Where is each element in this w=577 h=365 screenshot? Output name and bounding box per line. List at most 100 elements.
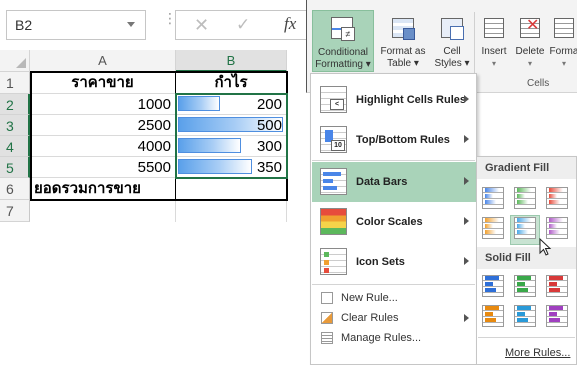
manage-rules-icon [321,332,333,344]
select-all-corner[interactable] [0,50,30,72]
cell-a2[interactable]: 1000 [30,94,176,115]
row-header-5[interactable]: 5 [0,157,30,178]
table-border-right [286,71,288,201]
cell-b7[interactable] [176,200,287,222]
cell-b4[interactable]: 300 [176,136,287,157]
new-rule-icon [321,292,333,304]
conditional-formatting-icon: ≠ [329,17,357,43]
color-scales-icon [320,208,347,235]
solid-fill-swatch[interactable] [482,275,504,297]
gradient-fill-swatch[interactable] [546,187,568,209]
name-box[interactable]: B2 [6,10,146,40]
data-bar [178,96,220,111]
row-header-2[interactable]: 2 [0,94,30,115]
gradient-fill-swatch[interactable] [482,217,504,239]
row-header-4[interactable]: 4 [0,136,30,157]
new-rule-label: New Rule... [341,292,398,304]
cell-b6[interactable] [176,178,287,200]
format-cells-button[interactable]: Forma ▾ [549,10,577,72]
cell-a3[interactable]: 2500 [30,115,176,136]
formula-bar[interactable]: ✕ ✓ fx [175,10,315,40]
cell-b5-value: 350 [256,159,282,176]
delete-label: Delete [515,46,545,57]
solid-fill-swatch[interactable] [514,275,536,297]
cancel-icon[interactable]: ✕ [194,15,209,36]
chevron-right-icon [464,177,469,185]
chevron-down-icon[interactable] [127,22,135,27]
insert-function-icon[interactable]: fx [284,14,296,34]
cell-styles-label-2: Styles ▾ [434,58,470,69]
solid-fill-heading: Solid Fill [477,247,576,269]
conditional-formatting-label-2: Formatting ▾ [315,59,371,70]
color-scales-label: Color Scales [356,216,423,228]
clear-rules-icon [321,312,333,324]
delete-cells-icon: ✕ [516,16,544,42]
cell-b2-value: 200 [256,96,282,113]
more-rules-link[interactable]: More Rules... [505,347,570,359]
cell-styles-button[interactable]: Cell Styles ▾ [432,10,472,72]
gradient-fill-swatch[interactable] [482,187,504,209]
solid-fill-swatch[interactable] [482,305,504,327]
data-bars-submenu: Gradient Fill Solid Fill More Rules... [476,156,577,365]
cell-a4[interactable]: 4000 [30,136,176,157]
gradient-fill-swatch[interactable] [514,217,536,239]
format-label: Forma [549,46,577,57]
conditional-formatting-button[interactable]: ≠ Conditional Formatting ▾ [312,10,374,72]
row-header-7[interactable]: 7 [0,200,30,222]
gradient-fill-swatch[interactable] [546,217,568,239]
clear-rules-label: Clear Rules [341,312,399,324]
solid-fill-swatch[interactable] [546,305,568,327]
row-header-3[interactable]: 3 [0,115,30,136]
menu-item-top-bottom-rules[interactable]: 10 Top/Bottom Rules [312,120,476,160]
icon-sets-label: Icon Sets [356,256,405,268]
cells-group-label: Cells [527,78,550,89]
menu-item-highlight-cells-rules[interactable]: < Highlight Cells Rules [312,80,476,120]
column-header-b[interactable]: B [176,50,287,72]
table-border-top [30,71,287,73]
column-header-a[interactable]: A [30,50,176,72]
gradient-fill-heading: Gradient Fill [477,157,576,179]
data-bar [178,159,252,174]
cell-b5[interactable]: 350 [176,157,287,178]
chevron-right-icon [464,95,469,103]
data-bar [178,138,241,153]
cell-a6[interactable]: ยอดรวมการขาย [30,178,176,200]
row-header-1[interactable]: 1 [0,72,30,94]
menu-item-clear-rules[interactable]: Clear Rules [312,308,476,328]
cell-b1[interactable]: กำไร [176,72,287,94]
solid-fill-swatch[interactable] [546,275,568,297]
menu-item-manage-rules[interactable]: Manage Rules... [312,328,476,348]
menu-item-icon-sets[interactable]: Icon Sets [312,242,476,282]
highlight-cells-rules-label: Highlight Cells Rules [356,94,467,106]
menu-item-data-bars[interactable]: Data Bars [312,162,476,202]
enter-check-icon[interactable]: ✓ [236,15,250,35]
menu-item-color-scales[interactable]: Color Scales [312,202,476,242]
gradient-fill-swatch[interactable] [514,187,536,209]
insert-label: Insert [481,46,507,57]
insert-cells-icon [480,16,508,42]
mouse-cursor-icon [539,238,552,256]
conditional-formatting-menu: < Highlight Cells Rules 10 Top/Bottom Ru… [310,73,477,365]
chevron-right-icon [464,257,469,265]
cell-b2[interactable]: 200 [176,94,287,115]
row-header-6[interactable]: 6 [0,178,30,200]
cell-a7[interactable] [30,200,176,222]
delete-cells-button[interactable]: ✕ Delete ▾ [511,10,549,72]
insert-cells-button[interactable]: Insert ▾ [477,10,511,72]
format-as-table-button[interactable]: Format as Table ▾ [375,10,431,72]
format-as-table-icon [389,16,417,42]
menu-item-new-rule[interactable]: New Rule... [312,288,476,308]
solid-fill-swatch[interactable] [514,305,536,327]
data-bars-icon [320,168,347,195]
cell-b3[interactable]: 500 [176,115,287,136]
chevron-right-icon [464,314,469,322]
cell-a1[interactable]: ราคาขาย [30,72,176,94]
cell-a5[interactable]: 5500 [30,157,176,178]
conditional-formatting-label-1: Conditional [317,47,369,58]
manage-rules-label: Manage Rules... [341,332,422,344]
table-border-bottom [30,199,287,201]
cell-b3-value: 500 [256,117,282,134]
more-rules-label: More Rules... [505,347,571,359]
top-bottom-rules-label: Top/Bottom Rules [356,134,450,146]
format-cells-icon [550,16,577,42]
